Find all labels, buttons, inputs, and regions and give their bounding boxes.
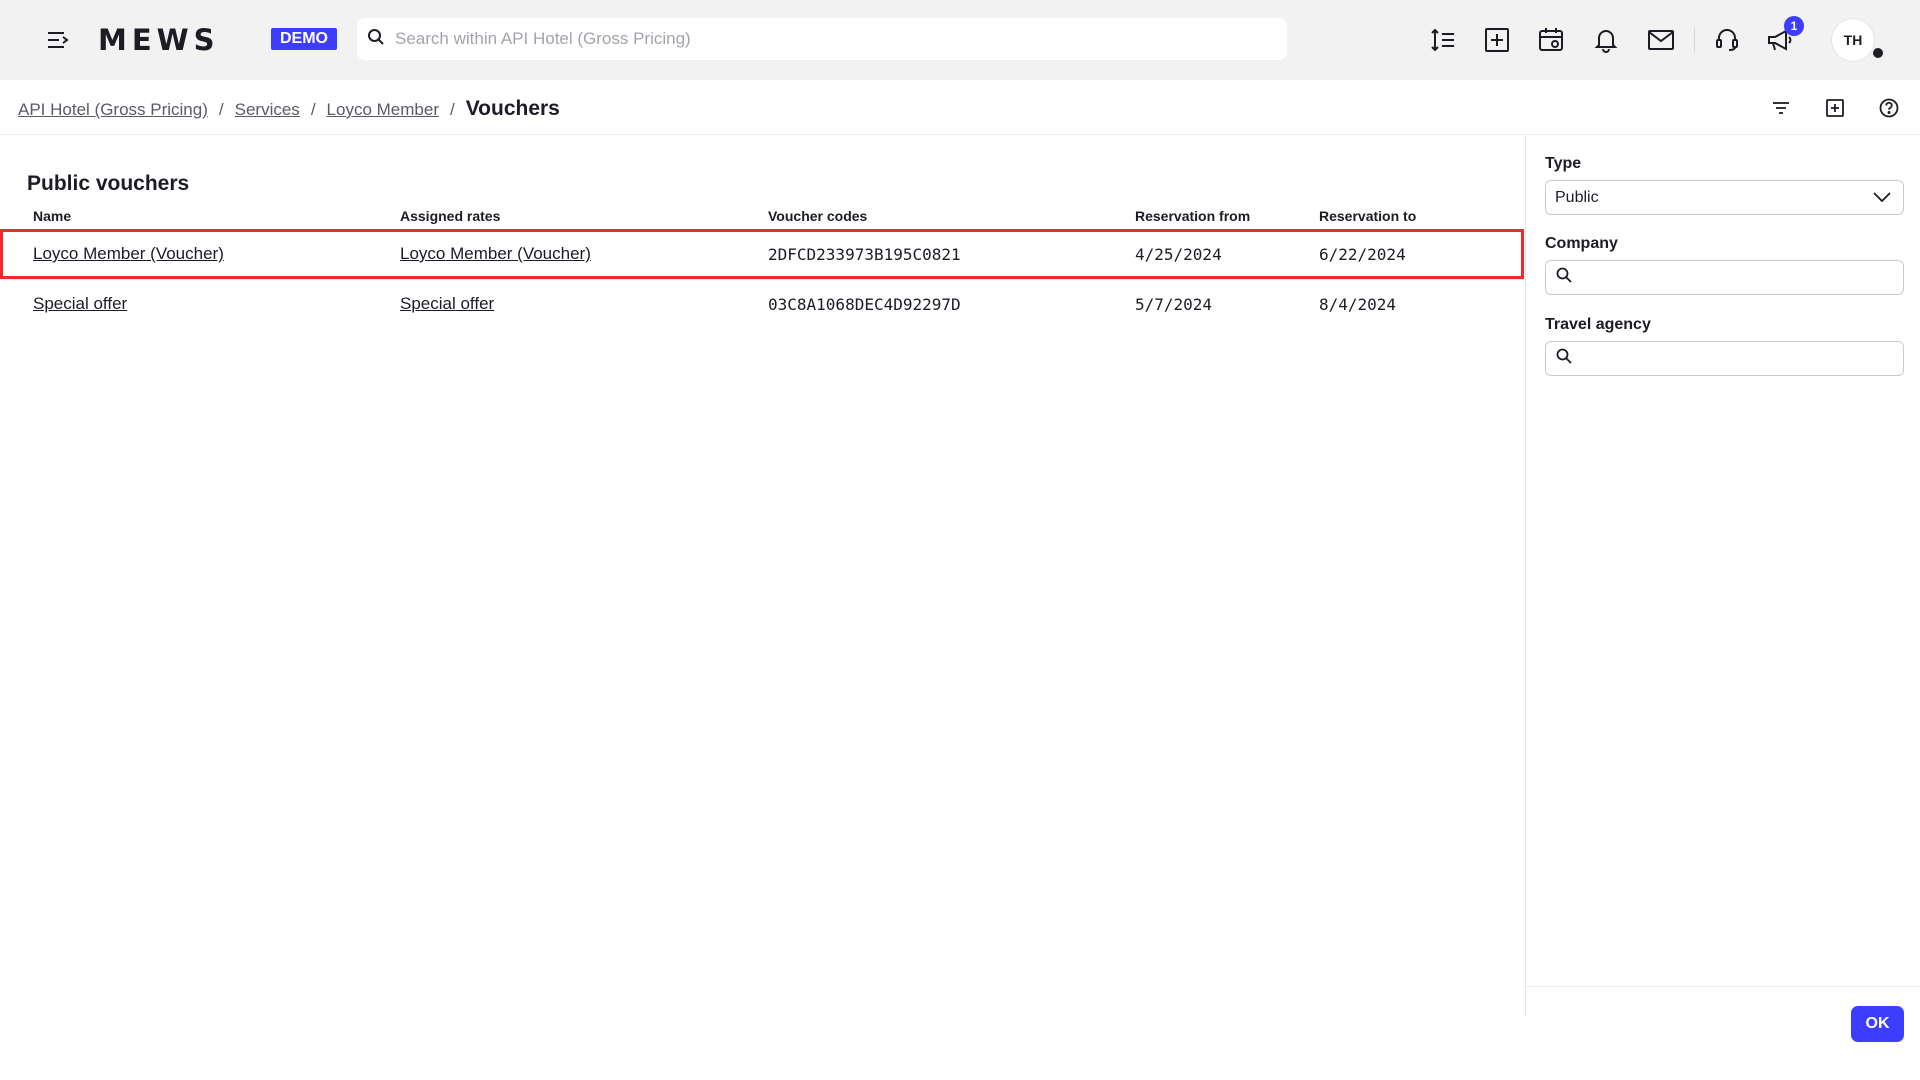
- breadcrumb-link-hotel[interactable]: API Hotel (Gross Pricing): [18, 100, 208, 120]
- reservation-from: 4/25/2024: [1135, 245, 1222, 264]
- toolbar-divider: [1694, 28, 1695, 52]
- app-logo[interactable]: MEWS: [98, 23, 220, 57]
- type-select-value: Public: [1555, 188, 1599, 206]
- section-title: Public vouchers: [27, 172, 190, 195]
- breadcrumb-separator: /: [449, 100, 455, 119]
- menu-collapse-icon[interactable]: [44, 26, 72, 54]
- add-square-icon[interactable]: [1821, 94, 1849, 122]
- search-icon: [367, 28, 385, 51]
- column-header-name[interactable]: Name: [33, 208, 71, 224]
- voucher-code: 2DFCD233973B195C0821: [768, 245, 961, 264]
- voucher-code: 03C8A1068DEC4D92297D: [768, 295, 961, 314]
- reservation-to: 8/4/2024: [1319, 295, 1397, 314]
- voucher-name-link[interactable]: Special offer: [33, 294, 127, 314]
- help-icon[interactable]: [1875, 94, 1903, 122]
- global-search[interactable]: [357, 18, 1287, 60]
- panel-footer-divider: [1526, 986, 1920, 987]
- travel-agency-field[interactable]: [1545, 341, 1904, 376]
- breadcrumb-link-service[interactable]: Loyco Member: [327, 100, 439, 120]
- table-row[interactable]: Loyco Member (Voucher) Loyco Member (Vou…: [0, 230, 1525, 280]
- notification-badge: 1: [1784, 16, 1804, 36]
- status-indicator: [1871, 46, 1885, 60]
- support-icon[interactable]: [1709, 22, 1745, 58]
- assigned-rate-link[interactable]: Loyco Member (Voucher): [400, 244, 591, 264]
- calendar-icon[interactable]: [1533, 22, 1569, 58]
- filter-panel: Type Public Company Travel agency: [1525, 136, 1920, 1016]
- type-label: Type: [1545, 155, 1582, 172]
- line-spacing-icon[interactable]: [1425, 22, 1461, 58]
- mail-icon[interactable]: [1643, 22, 1679, 58]
- breadcrumb: API Hotel (Gross Pricing) / Services / L…: [18, 97, 560, 121]
- chevron-down-icon: [1873, 189, 1891, 207]
- company-label: Company: [1545, 235, 1618, 252]
- breadcrumb-link-services[interactable]: Services: [235, 100, 300, 120]
- avatar[interactable]: TH: [1831, 18, 1875, 62]
- add-square-icon[interactable]: [1479, 22, 1515, 58]
- demo-badge: DEMO: [271, 28, 337, 50]
- column-header-reservation-from[interactable]: Reservation from: [1135, 208, 1250, 224]
- company-input[interactable]: [1580, 268, 1900, 287]
- company-field[interactable]: [1545, 260, 1904, 295]
- vouchers-content: Public vouchers Name Assigned rates Vouc…: [0, 136, 1525, 1016]
- travel-agency-input[interactable]: [1580, 349, 1900, 368]
- breadcrumb-separator: /: [310, 100, 316, 119]
- column-header-voucher-codes[interactable]: Voucher codes: [768, 208, 867, 224]
- reservation-from: 5/7/2024: [1135, 295, 1213, 314]
- column-header-reservation-to[interactable]: Reservation to: [1319, 208, 1416, 224]
- filter-icon[interactable]: [1767, 94, 1795, 122]
- top-bar: MEWS DEMO Search within API Hotel (Gross…: [0, 0, 1920, 80]
- page-title: Vouchers: [465, 97, 560, 120]
- assigned-rate-link[interactable]: Special offer: [400, 294, 494, 314]
- search-icon: [1556, 348, 1572, 369]
- ok-button[interactable]: OK: [1851, 1006, 1904, 1042]
- travel-agency-label: Travel agency: [1545, 316, 1651, 333]
- search-input[interactable]: [395, 29, 1275, 49]
- breadcrumb-separator: /: [218, 100, 224, 119]
- column-header-assigned-rates[interactable]: Assigned rates: [400, 208, 500, 224]
- voucher-name-link[interactable]: Loyco Member (Voucher): [33, 244, 224, 264]
- type-select[interactable]: Public: [1545, 180, 1904, 215]
- reservation-to: 6/22/2024: [1319, 245, 1406, 264]
- table-row[interactable]: Special offer Special offer 03C8A1068DEC…: [0, 280, 1525, 330]
- breadcrumb-bar: API Hotel (Gross Pricing) / Services / L…: [0, 80, 1920, 135]
- search-icon: [1556, 267, 1572, 288]
- bell-icon[interactable]: [1588, 22, 1624, 58]
- table-header: Name Assigned rates Voucher codes Reserv…: [0, 208, 1525, 230]
